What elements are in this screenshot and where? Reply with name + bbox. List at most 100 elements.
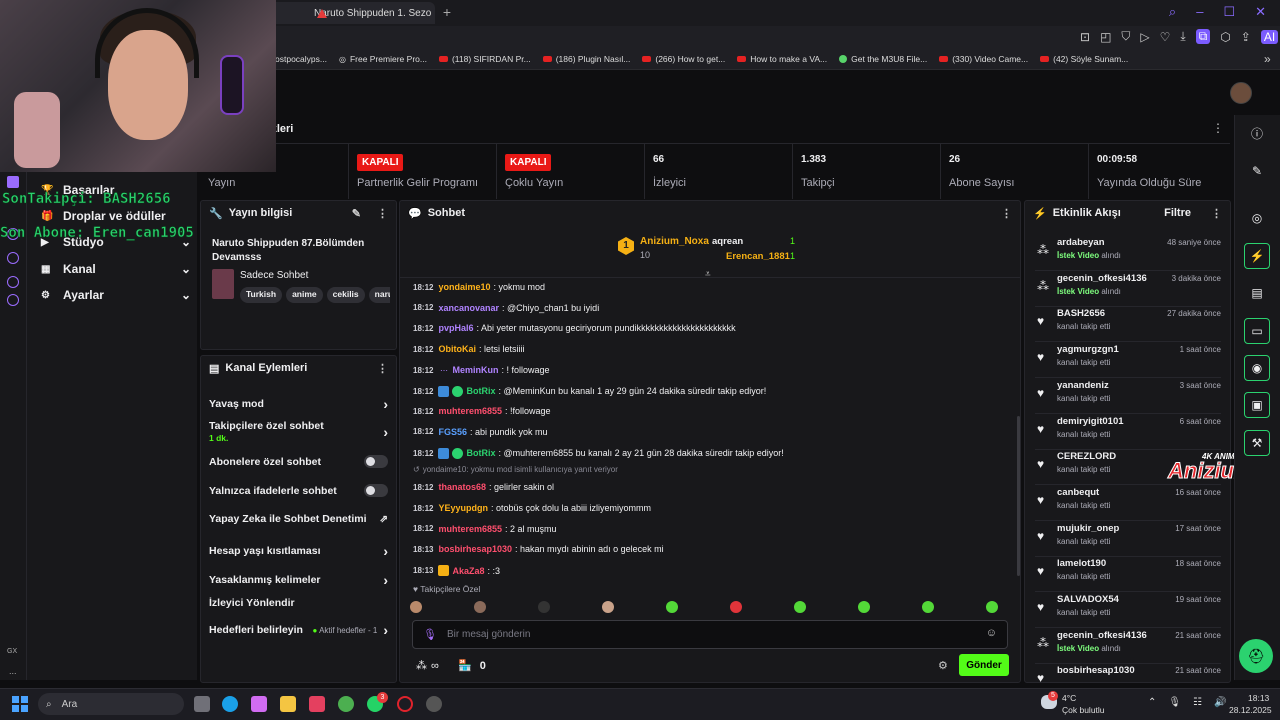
more-icon[interactable]: ⋮ [1212,121,1224,135]
message-username[interactable]: xancanovanar [438,303,499,313]
chevron-up-icon[interactable]: ⌃ [1148,697,1156,708]
maximize-button[interactable]: ☐ [1223,4,1235,20]
shield-icon[interactable]: ⛉ [1121,29,1130,44]
channel-action-7[interactable]: İzleyici Yönlendir [209,597,388,609]
sidebar-circle-icon[interactable] [7,252,19,264]
message-username[interactable]: ObitoKai [438,344,476,354]
lightning-icon[interactable]: ⚡ [1244,243,1270,269]
activity-item[interactable]: ♥ bosbirhesap1030 21 saat önce [1035,663,1221,682]
tag[interactable]: anime [286,287,323,303]
more-icon[interactable]: ⋮ [377,362,388,375]
emote-icon[interactable] [666,601,678,613]
channel-action-0[interactable]: Yavaş mod › [209,396,388,412]
expand-leaderboard-icon[interactable]: ⩡ [705,269,711,280]
activity-item[interactable]: ♥ yagmurgzgn1 1 saat önce kanalı takip etti [1035,342,1221,379]
share-icon[interactable]: ⇪ [1241,30,1251,44]
bookmark-item[interactable]: (266) How to get... [642,54,725,64]
message-username[interactable]: muhterem6855 [438,406,502,416]
activity-item[interactable]: ♥ demiryigit0101 6 saat önce kanalı takip e… [1035,414,1221,450]
opera-gx-icon[interactable] [397,696,413,712]
settings-icon[interactable]: ⚙ [938,659,948,672]
emote-icon[interactable] [602,601,614,613]
message-username[interactable]: thanatos68 [438,482,486,492]
activity-item[interactable]: ⁂ gecenin_ofkesi4136 21 saat önce İstek Vid… [1035,628,1221,664]
activity-item[interactable]: ⁂ gecenin_ofkesi4136 3 dakika önce İstek Vi… [1035,271,1221,307]
bookmark-item[interactable]: How to make a VA... [737,54,827,64]
menu-item-ayarlar[interactable]: ⚙ Ayarlar ⌄ [41,288,191,302]
more-bookmarks-button[interactable]: » [1264,52,1271,66]
heart-icon[interactable]: ♡ [1160,30,1171,44]
emote-icon[interactable] [730,601,742,613]
more-icon[interactable]: ⋮ [377,207,388,220]
channel-action-1[interactable]: Takipçilere özel sohbet 1 dk. › [209,420,388,443]
volume-icon[interactable]: 🔊 [1214,697,1226,708]
emoji-icon[interactable]: ☺ [986,627,997,639]
new-tab-button[interactable]: + [440,5,454,19]
gifter-name[interactable]: aqrean [712,236,743,247]
activity-item[interactable]: ♥ SALVADOX54 19 saat önce kanalı takip etti [1035,592,1221,628]
channel-action-6[interactable]: Yasaklanmış kelimeler › [209,572,388,588]
search-icon[interactable]: ⌕ [1169,4,1176,20]
emote-icon[interactable] [538,601,550,613]
info-icon[interactable]: ⓘ [1244,120,1270,146]
filter-button[interactable]: Filtre [1164,207,1191,219]
message-username[interactable]: BotRix [466,386,495,396]
microphone-icon[interactable]: 🎙 [1168,697,1181,708]
message-username[interactable]: muhterem6855 [438,524,502,534]
activity-item[interactable]: ♥ canbequt 16 saat önce kanalı takip etti [1035,485,1221,521]
chat-scrollbar[interactable] [1017,416,1020,576]
sidebar-circle-icon[interactable] [7,276,19,288]
camera-icon[interactable]: ◎ [1244,205,1270,231]
more-icon[interactable]: ⋮ [1001,207,1012,220]
extension-icon[interactable]: ⧉ [1195,29,1211,44]
layout-icon[interactable]: ▣ [1244,392,1270,418]
broadcast-icon[interactable]: ◉ [1244,355,1270,381]
message-username[interactable]: bosbirhesap1030 [438,544,512,554]
message-username[interactable]: BotRix [466,448,495,458]
wrench-icon[interactable]: ⚒ [1244,430,1270,456]
activity-item[interactable]: ♥ yanandeniz 3 saat önce kanalı takip etti [1035,378,1221,414]
help-icon[interactable]: ⛑ [1239,639,1273,673]
steam-icon[interactable] [426,696,442,712]
message-username[interactable]: AkaZa8 [452,566,484,576]
tag[interactable]: Turkish [240,287,283,303]
emote-icon[interactable] [794,601,806,613]
windows-start-icon[interactable] [12,696,28,712]
screenshot-icon[interactable]: ⊡ [1080,30,1090,44]
bookmark-item[interactable]: Get the M3U8 File... [839,54,927,64]
channel-action-4[interactable]: Yapay Zeka ile Sohbet Denetimi ⇗ [209,513,388,525]
more-icon[interactable]: ⋮ [1211,207,1222,220]
play-icon[interactable]: ▷ [1140,30,1149,44]
tag[interactable]: naru [368,287,390,303]
emote-icon[interactable] [858,601,870,613]
emote-icon[interactable] [986,601,998,613]
activity-item[interactable]: ♥ mujukir_onep 17 saat önce kanalı takip et… [1035,521,1221,557]
channel-action-8[interactable]: Hedefleri belirleyin ● Aktif hedefler - 1… [209,622,388,638]
message-username[interactable]: pvpHal6 [438,323,473,333]
channel-action-3[interactable]: Yalnızca ifadelerle sohbet [209,484,388,497]
channel-action-5[interactable]: Hesap yaşı kısıtlaması › [209,543,388,559]
chat-input[interactable]: 🎙 Bir mesaj gönderin ☺ [412,620,1008,649]
tag[interactable]: cekilis [326,287,365,303]
message-username[interactable]: MeminKun [452,365,498,375]
document-icon[interactable]: ▤ [1244,280,1270,306]
bookmark-item[interactable]: (330) Video Came... [939,54,1028,64]
activity-item[interactable]: ♥ BASH2656 27 dakika önce kanalı takip etti [1035,306,1221,343]
activity-item[interactable]: ⁂ ardabeyan 48 saniye önce İstek Video alın… [1035,235,1221,271]
browser-tab-active[interactable]: Naruto Shippuden 1. Sezo [270,2,435,24]
edit-icon[interactable]: ✎ [352,207,361,220]
activity-item[interactable]: ♥ lamelot190 18 saat önce kanalı takip etti [1035,556,1221,593]
network-icon[interactable]: ☷ [1193,697,1202,708]
emote-icon[interactable] [474,601,486,613]
toggle-switch[interactable] [364,455,388,468]
gx-label[interactable]: GX [7,648,17,655]
top-gifter-name[interactable]: Anizium_Noxa [640,236,709,247]
channel-action-2[interactable]: Abonelere özel sohbet [209,455,388,468]
pencil-icon[interactable]: ✎ [1244,158,1270,184]
channel-points[interactable]: ⁂ ∞ [416,659,439,673]
chat-icon[interactable]: ▭ [1244,318,1270,344]
message-username[interactable]: YEyyupdgn [438,503,488,513]
bookmark-item[interactable]: (118) SIFIRDAN Pr... [438,54,531,64]
close-button[interactable]: ✕ [1255,4,1266,20]
bookmark-item[interactable]: (186) Plugin Nasıl... [542,54,630,64]
